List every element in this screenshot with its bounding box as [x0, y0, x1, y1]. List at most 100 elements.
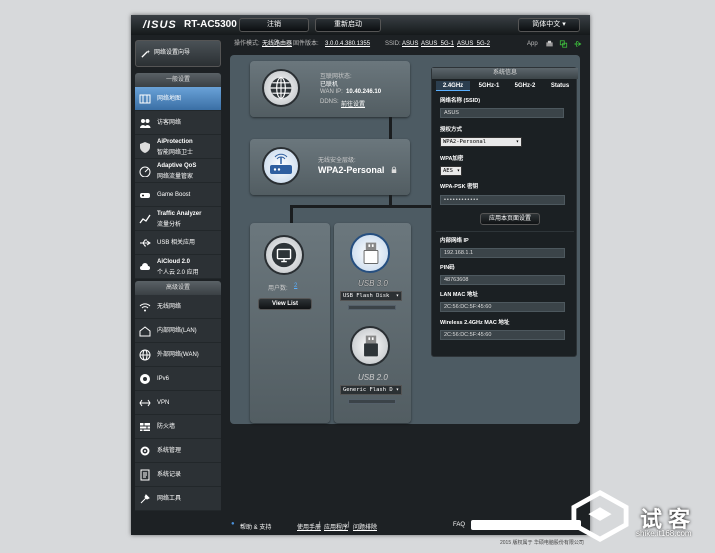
nav-sublabel: 智能网络卫士 — [157, 150, 194, 156]
sidebar-general-item-0[interactable]: 网络地图 — [135, 87, 221, 111]
usb2-device-select[interactable]: Generic Flash D ▾ — [340, 385, 402, 395]
ssid-label: SSID: — [385, 41, 401, 47]
nav-label: USB 相关应用 — [157, 240, 196, 246]
lan-mac-value: 2C:56:DC:5F:45:60 — [440, 302, 565, 312]
sidebar-advanced-item-8[interactable]: 网络工具 — [135, 487, 221, 511]
network-status-icon[interactable] — [559, 40, 568, 48]
chart-icon — [139, 214, 151, 224]
quick-setup-button[interactable]: 网络设置向导 — [135, 40, 221, 67]
mode-label: 操作模式: — [234, 41, 260, 47]
nav-sublabel: 流量分析 — [157, 222, 182, 228]
nav-label: Traffic Analyzer — [157, 211, 202, 217]
system-info-panel: 系统信息 2.4GHz 5GHz-1 5GHz-2 Status 网络名称 (S… — [431, 67, 578, 357]
encryption-select[interactable]: AES ▾ — [440, 166, 462, 176]
usb-drive-icon[interactable] — [350, 326, 390, 366]
apply-button[interactable]: 应用本页面设置 — [480, 213, 540, 225]
footer: ● 帮助 & 支持 使用手册 | 应用程序 | 问题排除 FAQ — [131, 517, 590, 535]
pin-label: PIN码 — [440, 265, 455, 271]
clients-count-link[interactable]: 2 — [294, 283, 297, 289]
tab-5ghz-1[interactable]: 5GHz-1 — [472, 81, 506, 91]
sidebar-advanced-item-3[interactable]: IPv6 — [135, 367, 221, 391]
sidebar-advanced-item-5[interactable]: 防火墙 — [135, 415, 221, 439]
app-link[interactable]: App — [527, 35, 538, 53]
psk-input[interactable]: •••••••••••• — [440, 195, 565, 205]
ssid-link-2[interactable]: ASUS_5G-1 — [421, 35, 454, 53]
sidebar-advanced-item-7[interactable]: 系统记录 — [135, 463, 221, 487]
internet-status-value: 已联机 — [320, 82, 339, 88]
log-icon — [140, 469, 150, 481]
sidebar-advanced-item-4[interactable]: VPN — [135, 391, 221, 415]
sidebar-general-item-4[interactable]: Game Boost — [135, 183, 221, 207]
encryption-value: AES — [443, 168, 453, 174]
faq-search-input[interactable] — [471, 520, 581, 530]
auth-select[interactable]: WPA2-Personal ▾ — [440, 137, 522, 147]
fw-label: 固件版本: — [293, 41, 319, 47]
ddns-label: DDNS: — [320, 99, 339, 105]
language-select[interactable]: 简体中文 ▾ — [518, 18, 580, 32]
ddns-link[interactable]: 前往设置 — [341, 99, 365, 108]
nav-label: 系统记录 — [157, 472, 182, 478]
usb-icon — [140, 239, 151, 247]
view-list-button[interactable]: View List — [258, 298, 312, 310]
mode-value-link[interactable]: 无线路由器 — [262, 35, 292, 53]
psk-label: WPA-PSK 密钥 — [440, 184, 479, 190]
sidebar-general-item-3[interactable]: Adaptive QoS 网络流量管家 — [135, 159, 221, 183]
usb3-device-select[interactable]: USB Flash Disk ▾ — [340, 291, 402, 301]
usb-drive-icon[interactable] — [350, 233, 390, 273]
users-icon — [140, 119, 151, 128]
tab-5ghz-2[interactable]: 5GHz-2 — [508, 81, 542, 91]
clients-box[interactable]: 用户数: 2 View List — [250, 223, 330, 423]
encryption-label: WPA加密 — [440, 156, 464, 162]
map-icon — [139, 94, 151, 104]
nav-label: 网络工具 — [157, 496, 182, 502]
nav-label: 外部网络(WAN) — [157, 352, 199, 358]
utility-link[interactable]: 应用程序 — [324, 522, 348, 531]
printer-icon[interactable] — [545, 40, 554, 48]
advanced-nav: 无线网络 内部网络(LAN) 外部网络(WAN) IPv6 VPN 防火墙系统管理系统记录… — [135, 295, 221, 511]
lan-mac-label: LAN MAC 地址 — [440, 292, 478, 298]
ssid-link-3[interactable]: ASUS_5G-2 — [457, 35, 490, 53]
ssid-link-1[interactable]: ASUS — [402, 35, 418, 53]
usb2-label: USB 2.0 — [358, 373, 388, 382]
logout-button[interactable]: 注销 — [239, 18, 309, 32]
usb-status-icon[interactable] — [573, 40, 582, 48]
troubleshoot-link[interactable]: 问题排除 — [353, 522, 377, 531]
help-icon: ● — [231, 521, 235, 527]
nav-label: 防火墙 — [157, 424, 176, 430]
sidebar-advanced-item-6[interactable]: 系统管理 — [135, 439, 221, 463]
wifi-icon — [139, 303, 151, 312]
nav-label: AiProtection — [157, 139, 193, 145]
lan-ip-label: 内部网络 IP — [440, 238, 469, 244]
fw-version-link[interactable]: 3.0.0.4.380.1355 — [325, 35, 370, 53]
ssid-input[interactable]: ASUS — [440, 108, 564, 118]
sidebar-general-item-5[interactable]: Traffic Analyzer 流量分析 — [135, 207, 221, 231]
sidebar-general-item-7[interactable]: AiCloud 2.0 个人云 2.0 应用 — [135, 255, 221, 279]
manual-link[interactable]: 使用手册 — [297, 522, 321, 531]
sidebar-advanced-item-1[interactable]: 内部网络(LAN) — [135, 319, 221, 343]
router-status-box[interactable]: 无线安全层级: WPA2-Personal — [250, 139, 410, 195]
connector-line — [290, 205, 293, 223]
wireless-security-value: WPA2-Personal — [318, 165, 385, 175]
chevron-down-icon: ▾ — [395, 293, 399, 299]
auth-value: WPA2-Personal — [443, 139, 487, 145]
globe-icon — [262, 69, 300, 107]
nav-label: Game Boost — [157, 192, 191, 198]
sidebar-general-item-6[interactable]: USB 相关应用 — [135, 231, 221, 255]
tab-status[interactable]: Status — [544, 81, 576, 91]
nav-label: Adaptive QoS — [157, 163, 197, 169]
sidebar-advanced-item-0[interactable]: 无线网络 — [135, 295, 221, 319]
tab-2-4ghz[interactable]: 2.4GHz — [436, 81, 470, 91]
sidebar-general-item-1[interactable]: 访客网络 — [135, 111, 221, 135]
globe-icon — [139, 349, 151, 361]
chevron-down-icon: ▾ — [456, 168, 460, 174]
system-info-title: 系统信息 — [432, 68, 578, 79]
nav-label: IPv6 — [157, 376, 170, 382]
general-nav-header: 一般设置 — [135, 73, 221, 87]
reboot-button[interactable]: 重新启动 — [315, 18, 381, 32]
firewall-icon — [140, 423, 150, 431]
internet-status-box[interactable]: 互联网状态: 已联机 WAN IP: 10.40.246.10 DDNS: 前往… — [250, 61, 410, 117]
usb2-device-value: Generic Flash D — [343, 387, 393, 393]
sidebar-general-item-2[interactable]: AiProtection 智能网络卫士 — [135, 135, 221, 159]
advanced-nav-header: 高级设置 — [135, 281, 221, 295]
sidebar-advanced-item-2[interactable]: 外部网络(WAN) — [135, 343, 221, 367]
